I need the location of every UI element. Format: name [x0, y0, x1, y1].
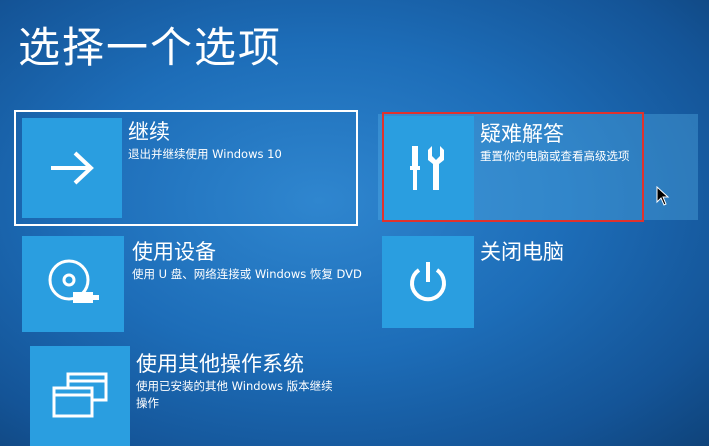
other-os-option[interactable]: 使用其他操作系统 使用已安装的其他 Windows 版本继续操作	[30, 346, 370, 446]
windows-stack-icon	[52, 372, 108, 418]
continue-title: 继续	[128, 120, 170, 144]
shutdown-title: 关闭电脑	[480, 240, 564, 264]
shutdown-icon-box	[382, 236, 474, 328]
use-device-desc: 使用 U 盘、网络连接或 Windows 恢复 DVD	[132, 267, 362, 281]
continue-option[interactable]: 继续 退出并继续使用 Windows 10	[14, 110, 358, 226]
use-device-icon-box	[22, 236, 124, 332]
continue-desc: 退出并继续使用 Windows 10	[128, 147, 282, 161]
mouse-cursor-icon	[656, 186, 670, 206]
other-os-title: 使用其他操作系统	[136, 352, 304, 376]
troubleshoot-option[interactable]: 疑难解答 重置你的电脑或查看高级选项	[378, 110, 698, 224]
page-title: 选择一个选项	[18, 23, 283, 72]
use-device-title: 使用设备	[132, 240, 216, 264]
arrow-right-icon	[51, 151, 94, 185]
continue-icon-box	[22, 118, 122, 218]
other-os-desc: 使用已安装的其他 Windows 版本继续操作	[136, 379, 333, 410]
use-device-option[interactable]: 使用设备 使用 U 盘、网络连接或 Windows 恢复 DVD	[22, 236, 362, 336]
troubleshoot-highlight-frame	[382, 112, 644, 222]
other-os-icon-box	[30, 346, 130, 446]
disc-usb-icon	[48, 259, 99, 303]
power-icon	[410, 262, 446, 302]
shutdown-option[interactable]: 关闭电脑	[382, 236, 682, 332]
